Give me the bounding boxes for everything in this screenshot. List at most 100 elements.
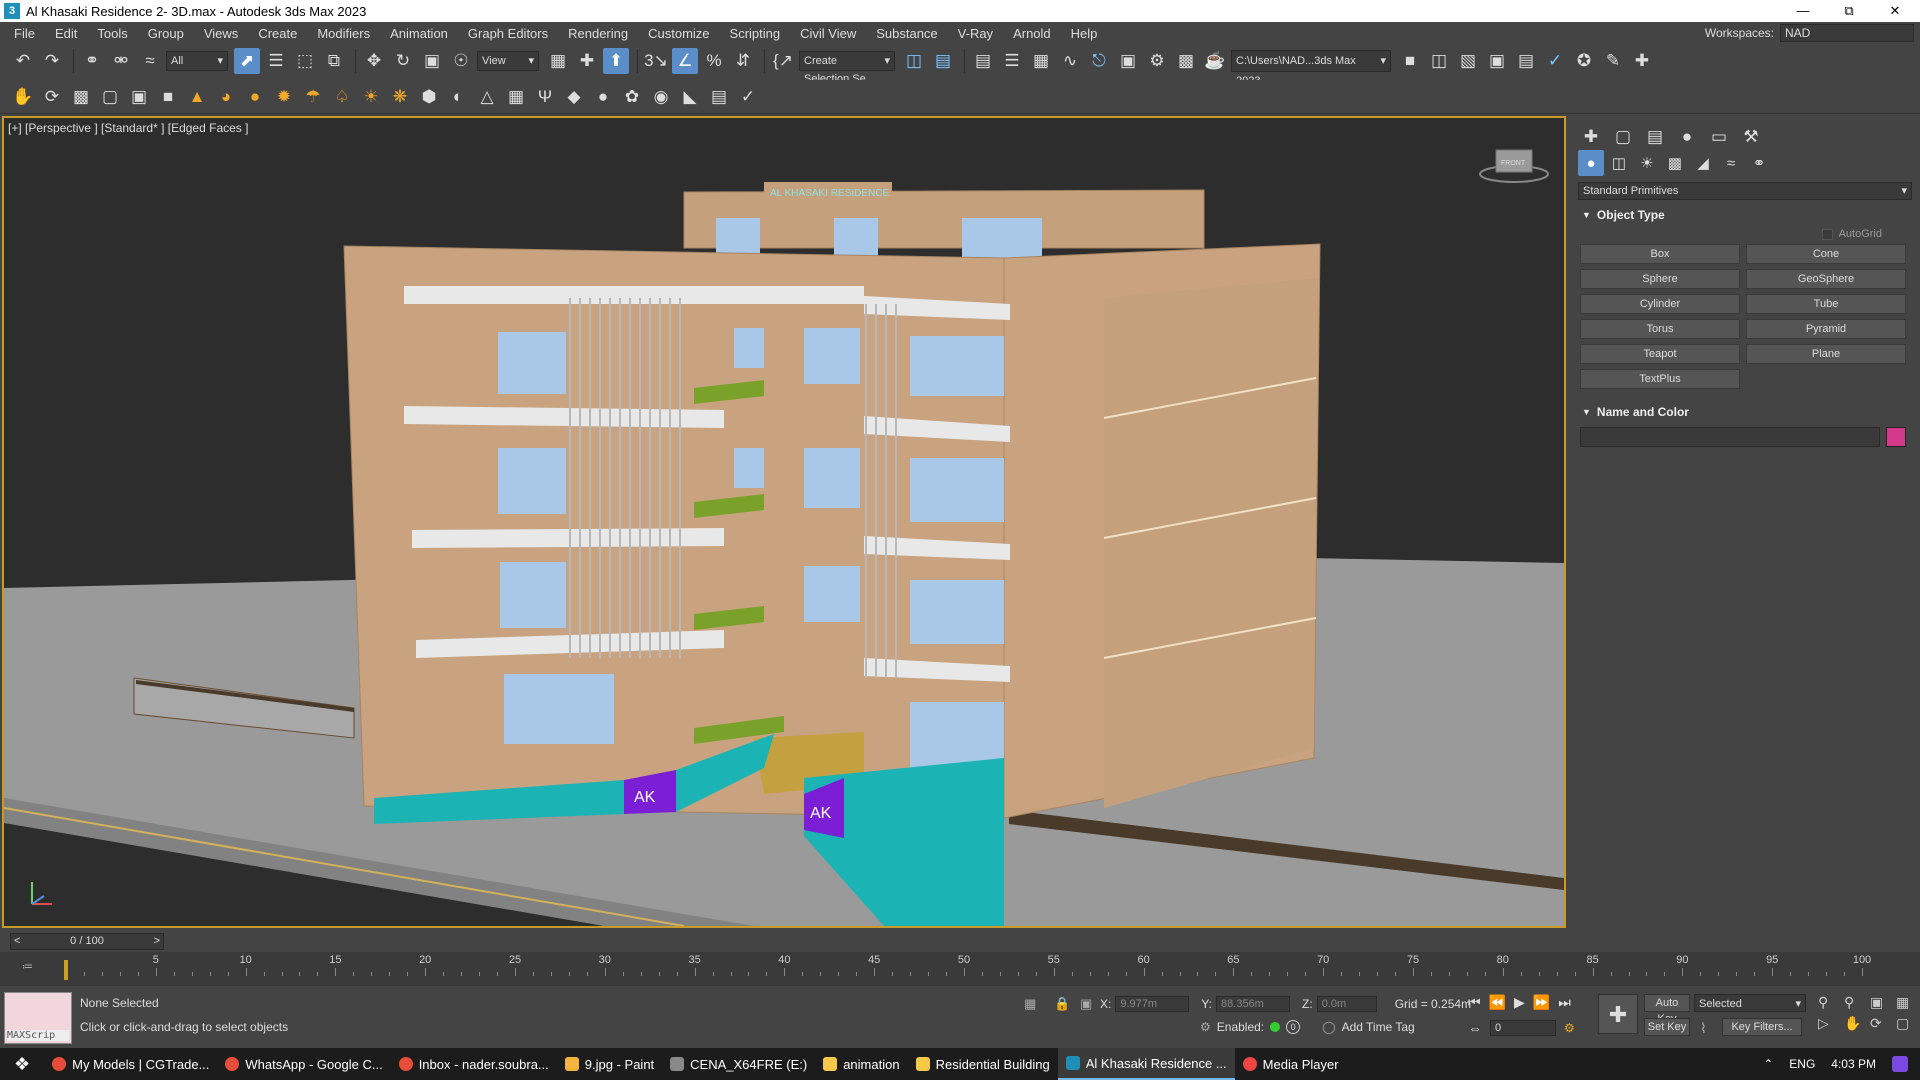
hierarchy-tab-icon[interactable]: ▤ xyxy=(1642,124,1668,150)
taskbar-item-inbox[interactable]: Inbox - nader.soubra... xyxy=(391,1048,557,1080)
modify-tab-icon[interactable]: ▢ xyxy=(1610,124,1636,150)
menu-views[interactable]: Views xyxy=(194,26,248,41)
geosphere-button[interactable]: GeoSphere xyxy=(1746,269,1906,289)
key-mode-icon[interactable]: ⇔ xyxy=(1468,1020,1482,1036)
menu-create[interactable]: Create xyxy=(248,26,307,41)
vray-frame-buffer-icon[interactable]: ▢ xyxy=(97,84,123,110)
named-selection-sets-dropdown[interactable]: Create Selection Se ▾ xyxy=(799,51,895,85)
menu-scripting[interactable]: Scripting xyxy=(720,26,791,41)
vray-fur-icon[interactable]: ◐ xyxy=(445,84,471,110)
select-manipulate-icon[interactable]: ✚ xyxy=(574,48,600,74)
place-icon[interactable]: ☉ xyxy=(448,48,474,74)
archive-icon[interactable]: ▣ xyxy=(1484,48,1510,74)
open-project-icon[interactable]: ◫ xyxy=(1426,48,1452,74)
vray-interactive-icon[interactable]: ■ xyxy=(155,84,181,110)
selection-filter-dropdown[interactable]: All ▾ xyxy=(166,51,228,71)
plane-button[interactable]: Plane xyxy=(1746,344,1906,364)
cone-button[interactable]: Cone xyxy=(1746,244,1906,264)
vray-mesh-light-icon[interactable]: ☂ xyxy=(300,84,326,110)
close-button[interactable]: ✕ xyxy=(1872,0,1918,22)
notification-icon[interactable] xyxy=(1892,1056,1908,1072)
motion-tab-icon[interactable]: ● xyxy=(1674,124,1700,150)
taskbar-item-drive[interactable]: CENA_X64FRE (E:) xyxy=(662,1048,815,1080)
vray-lister-icon[interactable]: ◉ xyxy=(648,84,674,110)
menu-vray[interactable]: V-Ray xyxy=(948,26,1003,41)
vray-logo-icon[interactable]: ✓ xyxy=(735,84,761,110)
redo-icon[interactable]: ↷ xyxy=(39,48,65,74)
object-name-field[interactable] xyxy=(1580,427,1880,447)
undo-icon[interactable]: ↶ xyxy=(10,48,36,74)
display-tab-icon[interactable]: ▭ xyxy=(1706,124,1732,150)
vray-render-icon[interactable]: ▣ xyxy=(126,84,152,110)
field-of-view-icon[interactable]: ▷ xyxy=(1818,1015,1840,1032)
menu-animation[interactable]: Animation xyxy=(380,26,458,41)
vray-balance-icon[interactable]: ◣ xyxy=(677,84,703,110)
current-frame-marker[interactable] xyxy=(64,960,68,980)
vray-scene-converter-icon[interactable]: ▤ xyxy=(706,84,732,110)
utilities-tab-icon[interactable]: ⚒ xyxy=(1738,124,1764,150)
shapes-icon[interactable]: ◫ xyxy=(1606,150,1632,176)
maximize-viewport-icon[interactable]: ▢ xyxy=(1896,1015,1918,1032)
align-icon[interactable]: ▤ xyxy=(930,48,956,74)
toggle-ribbon-icon[interactable]: ▦ xyxy=(1028,48,1054,74)
render-setup-icon[interactable]: ⚙ xyxy=(1144,48,1170,74)
material-sphere-icon[interactable]: ● xyxy=(590,84,616,110)
taskbar-item-paint[interactable]: 9.jpg - Paint xyxy=(557,1048,662,1080)
taskbar-item-media-player[interactable]: Media Player xyxy=(1235,1048,1347,1080)
name-color-header[interactable]: ▼ Name and Color xyxy=(1578,403,1912,421)
taskbar-item-3dsmax[interactable]: Al Khasaki Residence ... xyxy=(1057,1048,1235,1080)
helpers-icon[interactable]: ◢ xyxy=(1690,150,1716,176)
object-type-header[interactable]: ▼ Object Type xyxy=(1578,206,1912,224)
track-bar-toggle-icon[interactable]: ≔ xyxy=(22,960,33,973)
key-filter-icon[interactable]: ⌇ xyxy=(1700,1020,1707,1037)
menu-group[interactable]: Group xyxy=(138,26,194,41)
space-warps-icon[interactable]: ≈ xyxy=(1718,150,1744,176)
vray-sphere-light-icon[interactable]: ● xyxy=(242,84,268,110)
select-object-icon[interactable]: ⬈ xyxy=(234,48,260,74)
taskbar-item-cgtrader[interactable]: My Models | CGTrade... xyxy=(44,1048,217,1080)
percent-snap-icon[interactable]: % xyxy=(701,48,727,74)
hand-icon[interactable]: ✋ xyxy=(10,84,36,110)
lock-icon[interactable]: 🔒 xyxy=(1054,996,1070,1012)
menu-arnold[interactable]: Arnold xyxy=(1003,26,1061,41)
project-path-dropdown[interactable]: C:\Users\NAD...3ds Max 2023 ▾ xyxy=(1231,50,1391,87)
start-icon[interactable]: ❖ xyxy=(0,1048,44,1080)
time-slider[interactable]: < 0 / 100 > xyxy=(10,933,164,950)
move-icon[interactable]: ✥ xyxy=(361,48,387,74)
zoom-extents-icon[interactable]: ▣ xyxy=(1870,994,1892,1011)
create-tab-icon[interactable]: ✚ xyxy=(1578,124,1604,150)
pan-view-icon[interactable]: ✋ xyxy=(1844,1015,1866,1032)
orbit-view-icon[interactable]: ⟳ xyxy=(1870,1015,1892,1032)
object-color-swatch[interactable] xyxy=(1886,427,1906,447)
minimize-button[interactable]: — xyxy=(1780,0,1826,22)
camera-icon[interactable]: ▩ xyxy=(68,84,94,110)
keyboard-shortcut-override-icon[interactable]: ⬆ xyxy=(603,48,629,74)
rotate-icon[interactable]: ↻ xyxy=(390,48,416,74)
vray-plane-icon[interactable]: △ xyxy=(474,84,500,110)
add-time-tag[interactable]: Add Time Tag xyxy=(1342,1020,1415,1034)
cylinder-button[interactable]: Cylinder xyxy=(1580,294,1740,314)
systems-icon[interactable]: ⚭ xyxy=(1746,150,1772,176)
geometry-icon[interactable]: ● xyxy=(1578,150,1604,176)
restore-button[interactable]: ⧉ xyxy=(1826,0,1872,22)
y-coordinate-field[interactable]: 88.356m xyxy=(1216,996,1291,1012)
material-editor-icon[interactable]: ▣ xyxy=(1115,48,1141,74)
torus-button[interactable]: Torus xyxy=(1580,319,1740,339)
language-indicator[interactable]: ENG xyxy=(1789,1057,1815,1071)
curve-editor-icon[interactable]: ∿ xyxy=(1057,48,1083,74)
key-filters-button[interactable]: Key Filters... xyxy=(1722,1018,1802,1036)
goto-end-icon[interactable]: ⏭ xyxy=(1558,994,1571,1011)
next-key-icon[interactable]: ⏩ xyxy=(1533,994,1550,1011)
viewport-label[interactable]: [+] [Perspective ] [Standard* ] [Edged F… xyxy=(8,121,248,135)
menu-modifiers[interactable]: Modifiers xyxy=(307,26,380,41)
render-production-icon[interactable]: ☕ xyxy=(1202,48,1228,74)
menu-graph-editors[interactable]: Graph Editors xyxy=(458,26,558,41)
z-coordinate-field[interactable]: 0.0m xyxy=(1316,996,1377,1012)
orbit-icon[interactable]: ⟳ xyxy=(39,84,65,110)
rendered-frame-window-icon[interactable]: ▩ xyxy=(1173,48,1199,74)
tube-button[interactable]: Tube xyxy=(1746,294,1906,314)
prev-frame-icon[interactable]: < xyxy=(14,934,20,949)
save-project-icon[interactable]: ▧ xyxy=(1455,48,1481,74)
set-key-plus-icon[interactable]: ✚ xyxy=(1598,994,1638,1034)
next-frame-icon[interactable]: > xyxy=(154,934,160,949)
